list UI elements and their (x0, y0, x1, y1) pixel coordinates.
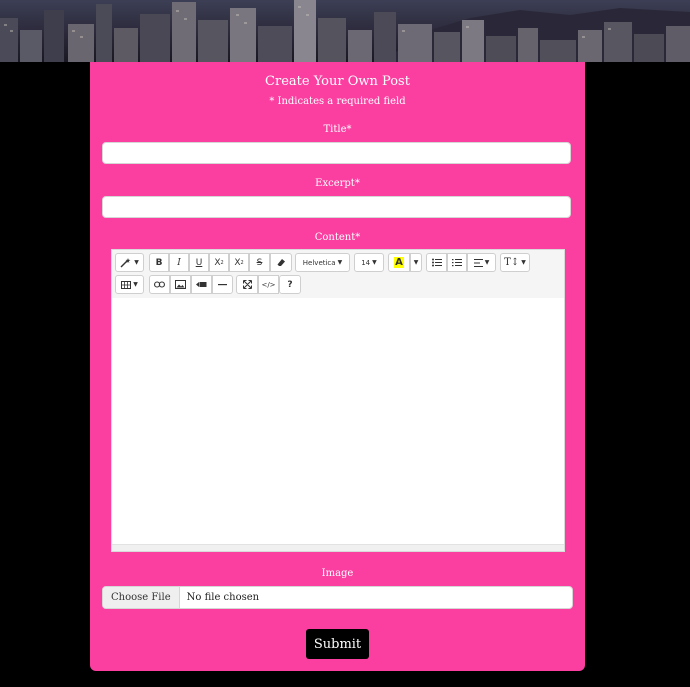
insert-picture-button[interactable] (170, 275, 191, 294)
font-name-dropdown[interactable]: Helvetica ▼ (295, 253, 350, 272)
italic-button[interactable]: I (169, 253, 189, 272)
font-size-dropdown[interactable]: 14 ▼ (354, 253, 384, 272)
insert-video-button[interactable] (191, 275, 212, 294)
excerpt-input[interactable] (102, 196, 571, 218)
bold-button[interactable]: B (149, 253, 169, 272)
fullscreen-icon (242, 280, 252, 289)
recent-color-button[interactable]: A (388, 253, 410, 272)
font-name-value: Helvetica (302, 258, 336, 267)
superscript-button[interactable]: X2 (209, 253, 229, 272)
city-skyline-illustration (0, 0, 690, 62)
magic-icon (120, 257, 131, 267)
content-label: Content* (314, 232, 361, 243)
font-size-value: 14 (361, 258, 371, 267)
style-dropdown-button[interactable]: ▼ (115, 253, 144, 272)
required-field-note: * Indicates a required field (269, 96, 406, 107)
content-editable-area[interactable] (112, 298, 564, 545)
help-button[interactable]: ? (279, 275, 301, 294)
highlight-color-icon: A (394, 257, 404, 268)
line-height-icon: T↕ (504, 257, 520, 268)
editor-resize-bar[interactable] (112, 544, 564, 551)
picture-icon (175, 280, 186, 289)
content-editor: ▼ B I U X2 X2 S Helvetica ▼ 14 ▼ A ▼ ▼ T… (111, 249, 565, 552)
header-banner-image (0, 0, 690, 62)
underline-button[interactable]: U (189, 253, 209, 272)
align-icon (473, 258, 483, 267)
video-icon (196, 282, 207, 287)
ordered-list-button[interactable] (447, 253, 467, 272)
table-dropdown-button[interactable]: ▼ (115, 275, 144, 294)
image-label: Image (321, 568, 354, 579)
paragraph-align-dropdown[interactable]: ▼ (467, 253, 496, 272)
submit-button[interactable]: Submit (306, 629, 369, 659)
insert-link-button[interactable] (149, 275, 170, 294)
excerpt-label: Excerpt* (315, 178, 360, 189)
eraser-icon (277, 259, 285, 266)
strikethrough-button[interactable]: S (249, 253, 270, 272)
clear-format-button[interactable] (270, 253, 292, 272)
codeview-button[interactable]: </> (258, 275, 279, 294)
ordered-list-icon (452, 259, 462, 267)
help-icon: ? (287, 279, 293, 290)
unordered-list-button[interactable] (426, 253, 447, 272)
file-status-text: No file chosen (186, 592, 260, 603)
color-dropdown-button[interactable]: ▼ (410, 253, 422, 272)
codeview-icon: </> (261, 280, 276, 289)
subscript-button[interactable]: X2 (229, 253, 249, 272)
horizontal-rule-button[interactable] (212, 275, 233, 294)
horizontal-rule-icon (218, 284, 227, 286)
image-file-input[interactable]: Choose File No file chosen (102, 586, 573, 609)
title-input[interactable] (102, 142, 571, 164)
form-title: Create Your Own Post (265, 74, 410, 89)
line-height-dropdown[interactable]: T↕ ▼ (500, 253, 530, 272)
title-label: Title* (323, 124, 352, 135)
unordered-list-icon (431, 258, 442, 267)
table-icon (121, 280, 132, 289)
choose-file-button[interactable]: Choose File (103, 587, 180, 608)
create-post-form: Create Your Own Post * Indicates a requi… (90, 62, 585, 671)
link-icon (154, 281, 165, 288)
editor-toolbar: ▼ B I U X2 X2 S Helvetica ▼ 14 ▼ A ▼ ▼ T… (112, 250, 564, 298)
fullscreen-button[interactable] (236, 275, 258, 294)
